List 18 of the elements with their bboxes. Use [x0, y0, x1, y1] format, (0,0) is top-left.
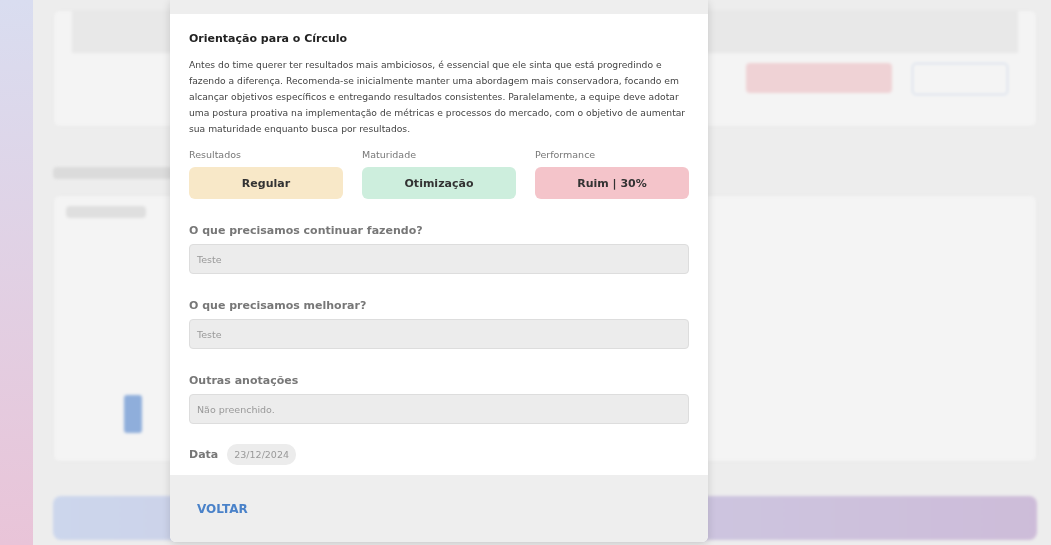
text-field[interactable]: Teste — [189, 244, 689, 274]
rating-label: Performance — [535, 149, 597, 160]
rating-label: Resultados — [189, 149, 242, 160]
field-label: O que precisamos continuar fazendo? — [189, 224, 424, 237]
field-label: O que precisamos melhorar? — [189, 299, 368, 312]
date-label: Data — [189, 448, 219, 461]
rating-tag: Ruim | 30% — [535, 167, 689, 199]
rating-tag: Regular — [189, 167, 343, 199]
field-label: Outras anotações — [189, 374, 300, 387]
description-text: Antes do time querer ter resultados mais ambiciosos, é essencial que ele sinta que está progredindo e fazendo a diferença. Recomenda-se inicialmente manter uma abordagem mais conservadora, focando em alcançar objetivos específicos e entregando resultados consistentes. Paralelamente, a equipe deve adotar uma postura proativa na implementação de métricas e processos do mercado, com o objetivo de aumentar sua maturidade enquanto busca por resultados. — [189, 58, 687, 136]
date-chip: 23/12/2024 — [227, 444, 296, 465]
rating-label: Maturidade — [362, 149, 418, 160]
modal-title: Orientação para o Círculo — [189, 32, 349, 45]
text-field[interactable]: Não preenchido. — [189, 394, 689, 424]
rating-tag: Otimização — [362, 167, 516, 199]
text-field[interactable]: Teste — [189, 319, 689, 349]
back-button[interactable]: VOLTAR — [187, 495, 258, 522]
chart-bar — [124, 395, 142, 433]
